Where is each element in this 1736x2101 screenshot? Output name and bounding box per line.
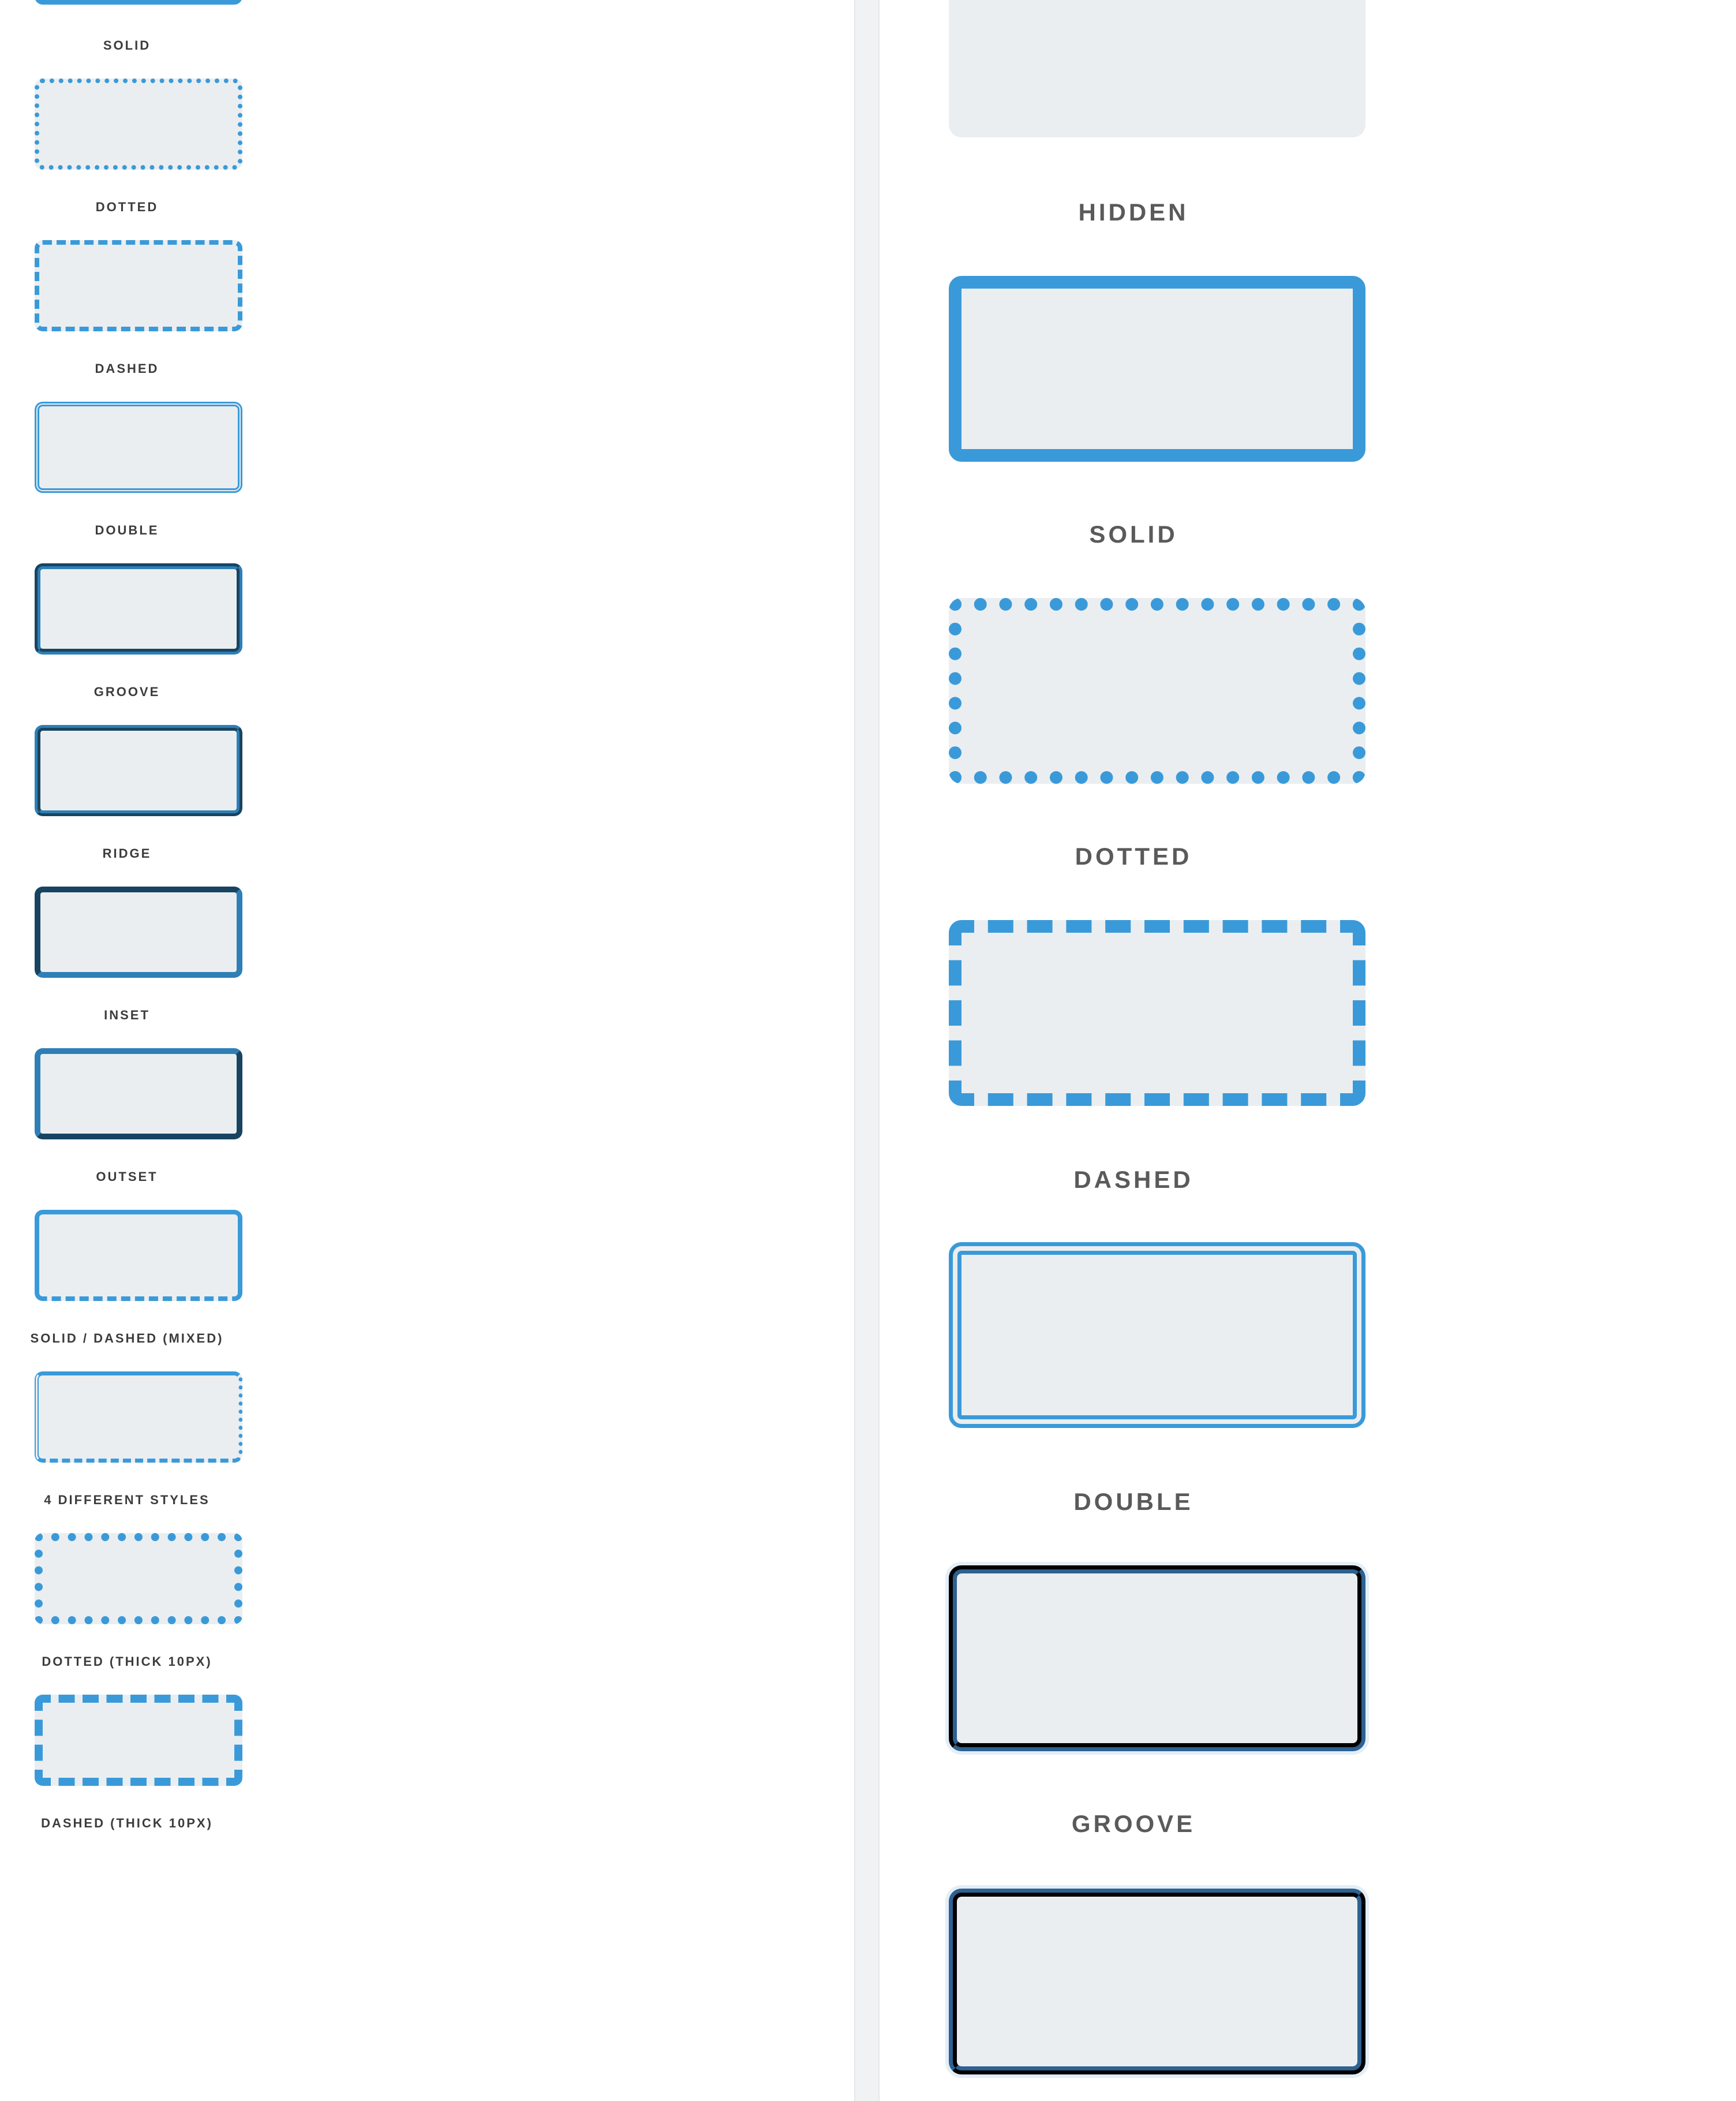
preview-box-dashed (949, 920, 1365, 1106)
sample-label-dashed: DASHED (95, 361, 159, 376)
preview-box-ridge (949, 1889, 1365, 2074)
sample-box-dashed (35, 240, 242, 331)
panel-divider[interactable] (854, 0, 880, 2101)
preview-label-hidden: HIDDEN (1078, 199, 1189, 226)
sample-box-dotted-thick (35, 1533, 242, 1624)
sample-label-double: DOUBLE (95, 523, 159, 537)
sample-label-four-styles: 4 DIFFERENT STYLES (44, 1493, 210, 1507)
preview-label-solid: SOLID (1089, 521, 1178, 548)
preview-label-dashed: DASHED (1073, 1166, 1194, 1193)
sample-box-mixed (35, 1210, 242, 1301)
preview-box-hidden (949, 0, 1365, 137)
sample-label-dotted-thick: DOTTED (THICK 10PX) (42, 1654, 212, 1669)
sample-box-inset (35, 887, 242, 978)
preview-box-dotted (949, 598, 1365, 784)
sample-box-ridge (35, 725, 242, 816)
sample-label-groove: GROOVE (93, 685, 160, 699)
sample-label-dotted: DOTTED (95, 200, 159, 214)
sample-label-dashed-thick: DASHED (THICK 10PX) (41, 1816, 213, 1830)
left-panel: SOLID DOTTED DASHED DOUBLE GROOVE RIDGE … (0, 0, 854, 2101)
sample-box-outset (35, 1048, 242, 1139)
sample-box-dashed-thick (35, 1695, 242, 1786)
page: SOLID DOTTED DASHED DOUBLE GROOVE RIDGE … (0, 0, 1736, 2101)
sample-label-solid: SOLID (103, 38, 151, 53)
sample-box-dotted (35, 78, 242, 170)
preview-label-double: DOUBLE (1073, 1488, 1194, 1515)
sample-label-mixed: SOLID / DASHED (MIXED) (30, 1331, 224, 1345)
sample-box-groove (35, 563, 242, 655)
sample-label-outset: OUTSET (96, 1169, 158, 1184)
right-panel: HIDDEN SOLID DOTTED DASHED DOUBLE GROOVE (880, 0, 1736, 2101)
preview-box-double (949, 1242, 1365, 1428)
sample-box-double (35, 402, 242, 493)
sample-label-ridge: RIDGE (102, 846, 152, 861)
sample-box-solid (35, 0, 242, 5)
sample-label-inset: INSET (104, 1008, 150, 1022)
preview-label-groove: GROOVE (1071, 1810, 1196, 1837)
preview-box-solid (949, 276, 1365, 462)
preview-label-dotted: DOTTED (1075, 843, 1192, 870)
preview-box-groove (949, 1565, 1365, 1751)
sample-box-four-styles (35, 1371, 242, 1463)
